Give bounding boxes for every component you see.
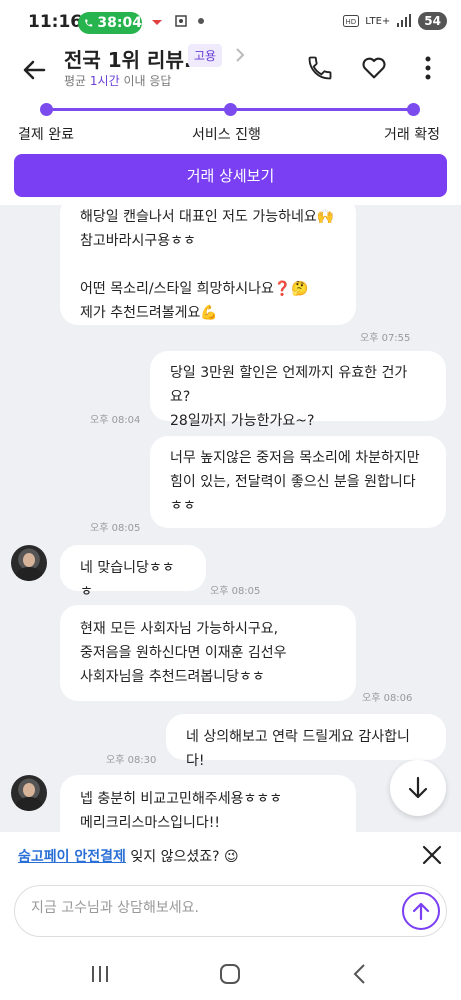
- message-bubble-received: 넵 충분히 비교고민해주세용ㅎㅎㅎ 메리크리스마스입니다!!: [60, 775, 356, 832]
- back-arrow-icon: [23, 60, 46, 80]
- recent-apps-icon: [92, 966, 108, 982]
- message-time: 오후 08:05: [90, 523, 141, 534]
- progress-dot: [407, 103, 420, 116]
- message-bubble-received: 네 맞습니당ㅎㅎㅎ: [60, 545, 206, 600]
- response-time: 평균 1시간 이내 응답: [64, 74, 172, 88]
- message-time: 오후 07:55: [360, 333, 411, 344]
- transaction-detail-button[interactable]: 거래 상세보기: [14, 154, 447, 197]
- network-type: LTE+: [365, 15, 391, 27]
- avatar[interactable]: [11, 545, 47, 581]
- banner-text: 잊지 않으셨죠? 😉: [125, 849, 239, 865]
- banner-close-button[interactable]: [419, 842, 445, 868]
- svg-text:HD: HD: [346, 18, 357, 26]
- chat-header: 전국 1위 리뷰... 고용 평균 1시간 이내 응답: [0, 44, 461, 94]
- phone-icon: [308, 56, 332, 80]
- progress-dot: [40, 103, 53, 116]
- chevron-left-icon: [353, 964, 365, 984]
- phone-call-icon: [85, 19, 93, 27]
- message-bubble-received: 현재 모든 사회자님 가능하시구요, 중저음을 원하신다면 이재훈 김선우 사회…: [60, 605, 356, 701]
- call-button[interactable]: [304, 52, 336, 84]
- system-back-button[interactable]: [345, 959, 375, 989]
- battery-level: 54: [418, 12, 447, 30]
- close-icon: [422, 845, 442, 865]
- dot-icon: [198, 18, 204, 24]
- message-composer: [14, 885, 447, 937]
- message-bubble-sent: 너무 높지않은 중저음 목소리에 차분하지만 힘이 있는, 전달력이 좋으신 분…: [150, 436, 446, 528]
- message-time: 오후 08:06: [362, 693, 413, 704]
- home-button[interactable]: [215, 959, 245, 989]
- page-title[interactable]: 전국 1위 리뷰...: [64, 44, 207, 73]
- more-vertical-icon: [425, 56, 431, 80]
- arrow-down-icon: [408, 776, 428, 799]
- message-bubble-received: 해당일 캔슬나서 대표인 저도 가능하네요🙌 참고바라시구용ㅎㅎ 어떤 목소리/…: [60, 205, 356, 325]
- recent-apps-button[interactable]: [85, 959, 115, 989]
- home-icon: [220, 964, 240, 984]
- favorite-button[interactable]: [358, 52, 390, 84]
- heart-icon: [362, 57, 386, 79]
- chat-messages[interactable]: 해당일 캔슬나서 대표인 저도 가능하네요🙌 참고바라시구용ㅎㅎ 어떤 목소리/…: [0, 205, 461, 832]
- status-bar: 11:16 38:04 HD LTE+ 54: [0, 0, 461, 44]
- notification-icon: [152, 20, 162, 25]
- send-button[interactable]: [402, 892, 440, 930]
- chevron-right-icon[interactable]: [234, 46, 246, 68]
- message-time: 오후 08:04: [90, 415, 141, 426]
- scroll-to-bottom-button[interactable]: [390, 760, 446, 816]
- message-bubble-sent: 당일 3만원 할인은 언제까지 유효한 건가요? 28일까지 가능한가요~?: [150, 351, 446, 429]
- progress-dot: [224, 103, 237, 116]
- message-time: 오후 08:05: [210, 586, 261, 597]
- screenshot-icon: [175, 15, 187, 27]
- step-service-in-progress: 서비스 진행: [192, 127, 261, 143]
- back-button[interactable]: [18, 54, 50, 86]
- safe-payment-banner: 숨고페이 안전결제 잊지 않으셨죠? 😉: [0, 832, 461, 878]
- hd-icon: HD: [343, 15, 360, 27]
- call-timer-pill[interactable]: 38:04: [78, 12, 142, 34]
- signal-icon: [397, 14, 412, 27]
- message-bubble-sent: 네 상의해보고 연락 드릴게요 감사합니다!: [166, 714, 446, 769]
- message-input[interactable]: [31, 900, 391, 916]
- step-transaction-confirmed: 거래 확정: [384, 127, 440, 143]
- safe-payment-link[interactable]: 숨고페이 안전결제: [18, 849, 126, 865]
- transaction-progress: 결제 완료 서비스 진행 거래 확정: [0, 94, 461, 150]
- message-time: 오후 08:30: [106, 755, 157, 766]
- arrow-up-icon: [412, 902, 430, 921]
- call-timer-text: 38:04: [97, 15, 142, 31]
- more-options-button[interactable]: [412, 52, 444, 84]
- system-navigation-bar: [0, 945, 461, 1000]
- step-payment-complete: 결제 완료: [18, 127, 74, 143]
- avatar[interactable]: [11, 775, 47, 811]
- category-tag: 고용: [188, 44, 223, 67]
- status-time: 11:16: [28, 12, 83, 32]
